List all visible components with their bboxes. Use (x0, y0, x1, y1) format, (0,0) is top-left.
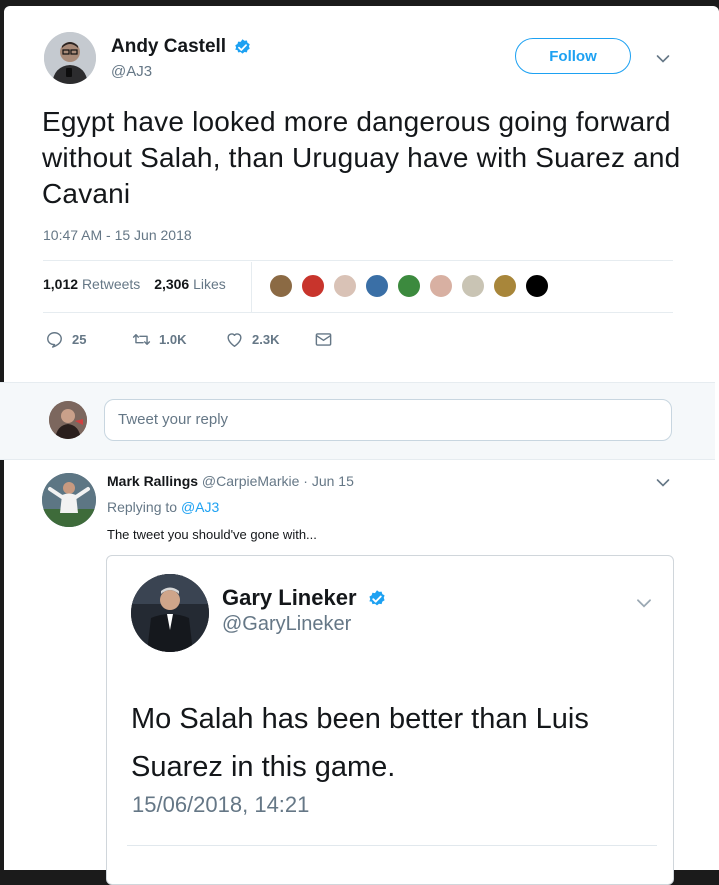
reply-input[interactable]: Tweet your reply (104, 399, 672, 441)
heart-icon (227, 333, 242, 347)
tweet-text: Egypt have looked more dangerous going f… (42, 106, 681, 209)
replying-to-label: Replying to (107, 499, 178, 515)
retweet-icon (132, 334, 151, 345)
liker-avatar[interactable] (492, 273, 518, 299)
author-avatar[interactable] (44, 32, 96, 84)
tweet-timestamp[interactable]: 10:47 AM - 15 Jun 2018 (43, 227, 192, 243)
liker-avatar[interactable] (428, 273, 454, 299)
liker-avatar[interactable] (460, 273, 486, 299)
like-action[interactable]: 2.3K (225, 330, 279, 349)
envelope-icon (315, 333, 332, 346)
retweet-count: 1.0K (159, 332, 187, 347)
replying-to: Replying to @AJ3 (107, 499, 219, 515)
author-handle[interactable]: @AJ3 (111, 63, 152, 80)
embedded-author-avatar (131, 574, 209, 652)
embedded-tweet-timestamp: 15/06/2018, 14:21 (132, 792, 310, 817)
author-name[interactable]: Andy Castell (111, 36, 226, 58)
likes-count[interactable]: 2,306 (154, 276, 189, 292)
tweet-stats: 1,012 Retweets 2,306 Likes (43, 276, 226, 292)
verified-badge-icon (369, 590, 385, 606)
embedded-author-handle: @GaryLineker (222, 613, 352, 635)
replying-to-handle[interactable]: @AJ3 (181, 499, 219, 515)
liker-avatar[interactable] (524, 273, 550, 299)
reply-author-avatar[interactable] (42, 473, 96, 527)
reply-author-handle[interactable]: @CarpieMarkie (202, 473, 299, 489)
embedded-tweet-text: Mo Salah has been better than Luis Suare… (131, 703, 589, 783)
liker-avatar[interactable] (268, 273, 294, 299)
reply-author-name[interactable]: Mark Rallings (107, 473, 198, 489)
reply-count: 25 (72, 332, 87, 347)
divider (43, 312, 673, 313)
stats-divider (251, 262, 252, 312)
likes-label[interactable]: Likes (193, 276, 226, 292)
embedded-author-name: Gary Lineker (222, 585, 357, 610)
current-user-avatar (49, 401, 87, 439)
reply-action[interactable]: 25 (45, 330, 86, 349)
retweet-action[interactable]: 1.0K (132, 330, 186, 349)
liker-avatar[interactable] (332, 273, 358, 299)
liker-avatar[interactable] (364, 273, 390, 299)
reply-date[interactable]: · Jun 15 (303, 473, 354, 489)
reply-text: The tweet you should've gone with... (107, 527, 317, 542)
follow-button[interactable]: Follow (515, 38, 631, 74)
chevron-down-icon[interactable] (656, 54, 670, 64)
retweets-count[interactable]: 1,012 (43, 276, 78, 292)
reply-icon (47, 332, 62, 348)
chevron-down-icon (637, 599, 651, 608)
verified-badge-icon (235, 39, 250, 54)
liker-avatar[interactable] (300, 273, 326, 299)
dm-action[interactable] (314, 330, 333, 349)
divider (43, 260, 673, 261)
liker-avatar[interactable] (396, 273, 422, 299)
reply-author-line: Mark Rallings @CarpieMarkie · Jun 15 (107, 473, 354, 489)
embedded-divider (127, 845, 657, 846)
retweets-label[interactable]: Retweets (82, 276, 140, 292)
like-count: 2.3K (252, 332, 280, 347)
chevron-down-icon[interactable] (656, 478, 670, 488)
